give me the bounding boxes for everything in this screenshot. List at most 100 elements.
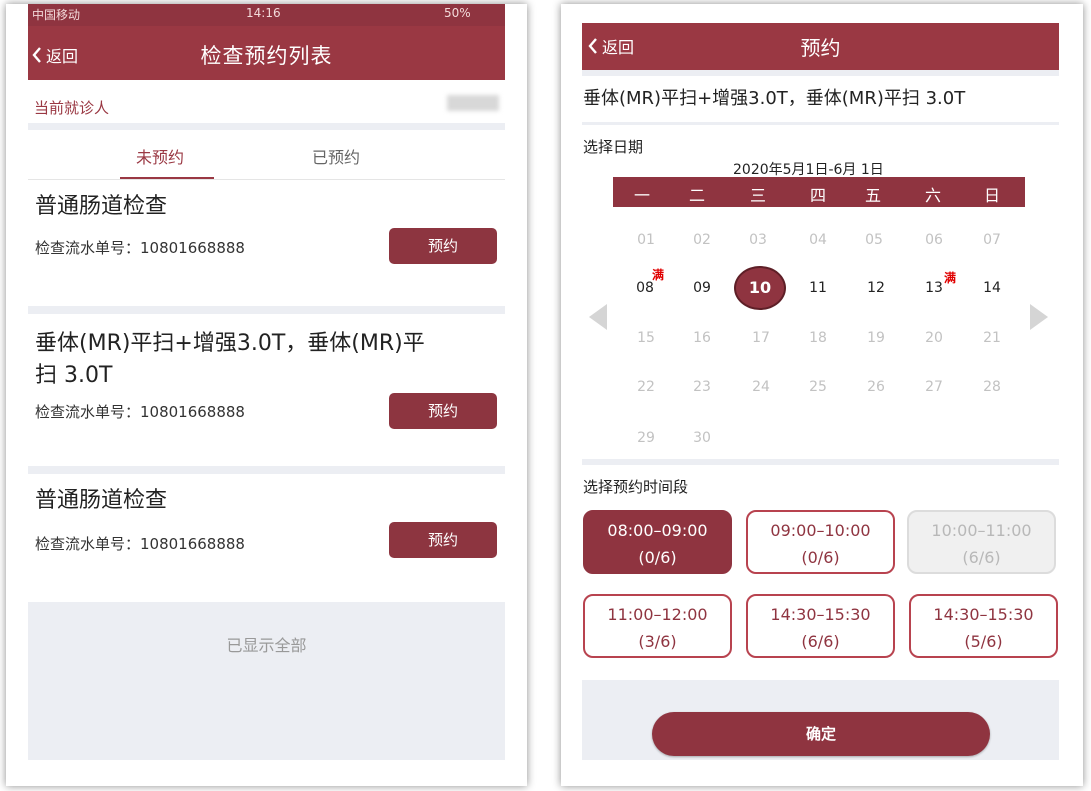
divider [582,70,1059,76]
time-slot[interactable]: 11:00–12:00 (3/6) [583,594,732,658]
current-patient-row[interactable]: 当前就诊人 [28,80,505,130]
current-patient-label: 当前就诊人 [34,99,110,117]
calendar-day[interactable]: 18 [798,330,838,346]
select-time-slot-label: 选择预约时间段 [583,478,689,496]
previous-month-arrow-icon[interactable] [587,302,609,332]
carrier-label: 中国移动 [32,8,81,22]
slot-time: 14:30–15:30 [770,605,871,624]
calendar-day[interactable]: 30 [682,430,722,446]
calendar-day[interactable]: 25 [798,379,838,395]
book-button[interactable]: 预约 [389,522,497,558]
weekday-header: 一 二 三 四 五 六 日 [613,177,1025,207]
navigation-bar: 返回 检查预约列表 [28,26,505,80]
calendar-day[interactable]: 24 [741,379,781,395]
weekday-label: 六 [924,186,941,205]
exam-title-line-2: 扫 3.0T [35,363,113,388]
calendar-day[interactable]: 14 [972,280,1012,296]
calendar-day[interactable]: 12 [856,280,896,296]
time-slot[interactable]: 14:30–15:30 (6/6) [746,594,895,658]
calendar-day[interactable]: 09 [682,280,722,296]
slot-time: 11:00–12:00 [607,605,708,624]
exam-name: 垂体(MR)平扫+增强3.0T，垂体(MR)平扫 3.0T [583,88,966,109]
tab-bar: 未预约 已预约 [28,130,505,180]
exam-list-item: 垂体(MR)平扫+增强3.0T，垂体(MR)平 扫 3.0T 检查流水单号：10… [28,314,505,466]
confirm-area: 确定 [582,680,1059,760]
calendar-day[interactable]: 05 [854,232,894,248]
divider [28,306,505,314]
page-title: 预约 [800,36,841,60]
full-badge: 满 [652,268,665,282]
slot-time: 09:00–10:00 [770,521,871,540]
patient-name-blurred [447,95,499,111]
active-tab-indicator [120,177,214,179]
slot-capacity: (6/6) [801,632,840,651]
battery-label: 50% [444,6,471,20]
exam-title: 普通肠道检查 [35,488,168,513]
weekday-label: 四 [809,186,826,205]
calendar-day[interactable]: 07 [972,232,1012,248]
slot-capacity: (3/6) [638,632,677,651]
calendar-day[interactable]: 04 [798,232,838,248]
booking-screen: 返回 预约 垂体(MR)平扫+增强3.0T，垂体(MR)平扫 3.0T 选择日期… [561,4,1083,786]
calendar-day[interactable]: 15 [626,330,666,346]
calendar-day[interactable]: 23 [682,379,722,395]
divider [582,122,1059,125]
tab-unbooked[interactable]: 未预约 [136,144,184,168]
slot-capacity: (0/6) [638,548,677,567]
weekday-label: 二 [688,186,705,205]
calendar-day[interactable]: 27 [914,379,954,395]
exam-serial-number: 检查流水单号：10801668888 [35,535,245,553]
date-range: 2020年5月1日-6月 1日 [733,162,884,178]
time-slot-full[interactable]: 10:00–11:00 (6/6) [907,510,1056,574]
tab-booked[interactable]: 已预约 [312,144,360,168]
all-shown-text: 已显示全部 [226,636,307,655]
calendar-day[interactable]: 02 [682,232,722,248]
navigation-bar: 返回 预约 [582,23,1059,70]
time-slot[interactable]: 14:30–15:30 (5/6) [909,594,1058,658]
calendar-day[interactable]: 26 [856,379,896,395]
time-slot[interactable]: 09:00–10:00 (0/6) [746,510,895,574]
exam-list-item: 普通肠道检查 检查流水单号：10801668888 预约 [28,181,505,306]
calendar-day[interactable]: 01 [626,232,666,248]
slot-capacity: (5/6) [964,632,1003,651]
calendar-day[interactable]: 22 [626,379,666,395]
exam-title: 普通肠道检查 [35,194,168,219]
calendar-day[interactable]: 11 [798,280,838,296]
exam-list-item: 普通肠道检查 检查流水单号：10801668888 预约 [28,474,505,602]
next-month-arrow-icon[interactable] [1028,302,1050,332]
book-button[interactable]: 预约 [389,393,497,429]
calendar-day[interactable]: 20 [914,330,954,346]
select-date-label: 选择日期 [583,138,644,156]
weekday-label: 日 [983,186,1000,205]
weekday-label: 三 [749,186,766,205]
calendar-day[interactable]: 17 [741,330,781,346]
divider [582,459,1059,465]
calendar-day-selected[interactable]: 10 [734,266,786,310]
appointment-list-screen: 中国移动 14:16 50% 返回 检查预约列表 当前就诊人 未预约 已预约 普… [6,4,527,786]
weekday-label: 五 [864,186,881,205]
calendar-day[interactable]: 21 [972,330,1012,346]
list-footer: 已显示全部 [28,602,505,760]
full-badge: 满 [944,271,957,285]
calendar-day[interactable]: 19 [856,330,896,346]
weekday-label: 一 [633,186,650,205]
page-title: 检查预约列表 [200,44,333,68]
calendar-day[interactable]: 29 [626,430,666,446]
exam-serial-number: 检查流水单号：10801668888 [35,239,245,257]
slot-time: 08:00–09:00 [607,521,708,540]
exam-title-line-1: 垂体(MR)平扫+增强3.0T，垂体(MR)平 [35,331,425,356]
calendar-day[interactable]: 16 [682,330,722,346]
confirm-button[interactable]: 确定 [652,712,990,756]
divider [28,466,505,474]
calendar-day[interactable]: 06 [914,232,954,248]
time-slot-selected[interactable]: 08:00–09:00 (0/6) [583,510,732,574]
book-button[interactable]: 预约 [389,228,497,264]
status-bar: 中国移动 14:16 50% [28,4,505,26]
calendar-day[interactable]: 28 [972,379,1012,395]
slot-capacity: (6/6) [962,548,1001,567]
clock-label: 14:16 [246,6,281,20]
slot-capacity: (0/6) [801,548,840,567]
calendar-day[interactable]: 03 [738,232,778,248]
exam-serial-number: 检查流水单号：10801668888 [35,403,245,421]
slot-time: 14:30–15:30 [933,605,1034,624]
